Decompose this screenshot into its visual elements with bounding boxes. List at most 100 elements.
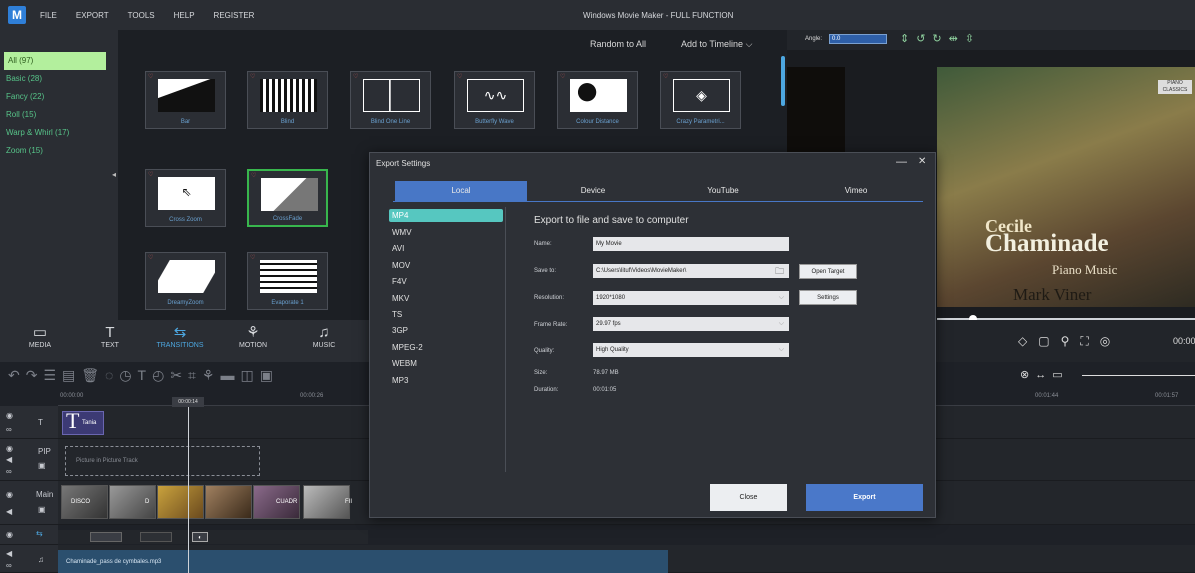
rotate-flip-icons[interactable]: ⇕↺↻⇹⇳	[900, 32, 981, 45]
quality-select[interactable]: High Quality ⌵	[593, 343, 789, 357]
transition-thumbnail	[570, 79, 627, 112]
transition-tile-label: Butterfly Wave	[475, 119, 514, 125]
close-button[interactable]: Close	[710, 484, 787, 511]
transition-tile-label: DreamyZoom	[167, 300, 204, 306]
add-to-timeline-button[interactable]: Add to Timeline ⌵	[681, 39, 752, 50]
zoom-tool-icons[interactable]: ⊗↔▭	[1020, 368, 1069, 381]
transition-marker[interactable]	[140, 532, 172, 542]
transition-tile-bar[interactable]: ♡ Bar	[145, 71, 226, 129]
transition-tile-colour-distance[interactable]: ♡ Colour Distance	[557, 71, 638, 129]
tab-vimeo[interactable]: Vimeo	[790, 181, 922, 201]
tab-motion[interactable]: ⚘ MOTION	[218, 320, 288, 362]
format-webm[interactable]: WEBM	[389, 357, 503, 370]
transition-tile-label: Blind	[280, 119, 295, 125]
edit-tool-icons[interactable]: ↶↷☰▤🗑◌◷T◴✂⌗⚘▬◫▣	[8, 367, 279, 384]
category-all[interactable]: All (97)	[4, 52, 106, 70]
music-icon: ♫	[318, 324, 330, 341]
link-icon[interactable]: ∞	[6, 425, 12, 434]
eye-icon[interactable]: ◉	[6, 490, 13, 499]
menu-help[interactable]: HELP	[174, 11, 195, 20]
category-fancy[interactable]: Fancy (22)	[0, 88, 118, 106]
menu-file[interactable]: FILE	[40, 11, 57, 20]
transition-tile-crossfade[interactable]: ♡ CrossFade	[247, 169, 328, 227]
zoom-slider[interactable]	[1082, 375, 1195, 376]
transition-tile-dreamyzoom[interactable]: ♡ DreamyZoom	[145, 252, 226, 310]
menu-register[interactable]: REGISTER	[214, 11, 255, 20]
main-track-label: Main	[36, 490, 54, 499]
tab-device[interactable]: Device	[527, 181, 659, 201]
format-ts[interactable]: TS	[389, 308, 503, 321]
format-mpeg2[interactable]: MPEG-2	[389, 341, 503, 354]
transition-tile-blind-one-line[interactable]: ♡ Blind One Line	[350, 71, 431, 129]
transition-marker[interactable]	[90, 532, 122, 542]
format-3gp[interactable]: 3GP	[389, 324, 503, 337]
playhead-time: 00:00:14	[172, 397, 204, 407]
eye-icon[interactable]: ◉	[6, 530, 13, 539]
folder-icon[interactable]: 🗀	[775, 264, 784, 278]
save-to-input[interactable]: C:\Users\lituf\Videos\MovieMaker\ 🗀	[593, 264, 789, 278]
tab-media[interactable]: ▭ MEDIA	[5, 320, 75, 362]
speaker-icon[interactable]: ◀	[6, 549, 12, 558]
resolution-select[interactable]: 1920*1080 ⌵	[593, 291, 789, 305]
format-mp3[interactable]: MP3	[389, 374, 503, 387]
text-track-icon: T	[38, 418, 43, 427]
transition-tile-label: Evaporate 1	[271, 300, 304, 306]
quality-label: Quality:	[534, 348, 555, 354]
link-icon[interactable]: ∞	[6, 467, 12, 476]
link-icon[interactable]: ∞	[6, 561, 12, 570]
transition-tile-crazy-parametric[interactable]: ♡ ◈ Crazy Parametri...	[660, 71, 741, 129]
speaker-icon[interactable]: ◀	[6, 455, 12, 464]
settings-button[interactable]: Settings	[799, 290, 857, 305]
format-f4v[interactable]: F4V	[389, 275, 503, 288]
transition-thumbnail	[158, 79, 215, 112]
format-wmv[interactable]: WMV	[389, 226, 503, 239]
transition-tile-blind[interactable]: ♡ Blind	[247, 71, 328, 129]
transition-marker-selected[interactable]: ◐	[192, 532, 208, 542]
video-clip[interactable]	[303, 485, 350, 519]
zoom-arrow-icon: ⇖	[158, 177, 215, 210]
transition-tile-butterfly-wave[interactable]: ♡ ∿∿ Butterfly Wave	[454, 71, 535, 129]
diamond-icon: ◈	[673, 79, 730, 112]
text-clip-label: Tania	[82, 420, 97, 426]
frame-rate-select[interactable]: 29.97 fps ⌵	[593, 317, 789, 331]
transition-tile-evaporate[interactable]: ♡ Evaporate 1	[247, 252, 328, 310]
tab-youtube[interactable]: YouTube	[657, 181, 789, 201]
category-zoom[interactable]: Zoom (15)	[0, 142, 118, 160]
tab-transitions[interactable]: ⇆ TRANSITIONS	[145, 320, 215, 362]
eye-icon[interactable]: ◉	[6, 411, 13, 420]
playhead[interactable]	[188, 398, 189, 573]
angle-label: Angle:	[805, 36, 823, 42]
format-avi[interactable]: AVI	[389, 242, 503, 255]
open-target-button[interactable]: Open Target	[799, 264, 857, 279]
video-clip[interactable]	[205, 485, 252, 519]
category-roll[interactable]: Roll (15)	[0, 106, 118, 124]
grid-scrollbar[interactable]	[781, 56, 785, 106]
favorite-icon: ♡	[250, 74, 256, 80]
tab-text[interactable]: T TEXT	[75, 320, 145, 362]
random-to-all-button[interactable]: Random to All	[590, 39, 646, 49]
preview-control-icons[interactable]: ◇▢⚲⛶◎	[1018, 334, 1121, 349]
menu-export[interactable]: EXPORT	[76, 11, 109, 20]
tab-local[interactable]: Local	[395, 181, 527, 201]
format-mkv[interactable]: MKV	[389, 292, 503, 305]
name-input[interactable]: My Movie	[593, 237, 789, 251]
transition-tile-label: CrossFade	[272, 216, 303, 222]
category-basic[interactable]: Basic (28)	[0, 70, 118, 88]
save-to-label: Save to:	[534, 268, 557, 274]
menu-tools[interactable]: TOOLS	[128, 11, 155, 20]
minimize-icon[interactable]: —	[896, 156, 907, 168]
video-clip-label: CUADR	[276, 499, 298, 505]
transition-track-header: ◉ ⇆	[0, 525, 58, 545]
format-mov[interactable]: MOV	[389, 259, 503, 272]
category-warp-whirl[interactable]: Warp & Whirl (17)	[0, 124, 118, 142]
angle-input[interactable]: 0.0	[829, 34, 887, 44]
format-mp4[interactable]: MP4	[389, 209, 503, 222]
tab-music[interactable]: ♫ MUSIC	[289, 320, 359, 362]
speaker-icon[interactable]: ◀	[6, 507, 12, 516]
export-button[interactable]: Export	[806, 484, 923, 511]
video-clip[interactable]	[157, 485, 204, 519]
chevron-down-icon: ⌵	[745, 39, 753, 49]
close-icon[interactable]: ✕	[918, 156, 926, 167]
transition-tile-cross-zoom[interactable]: ♡ ⇖ Cross Zoom	[145, 169, 226, 227]
eye-icon[interactable]: ◉	[6, 444, 13, 453]
